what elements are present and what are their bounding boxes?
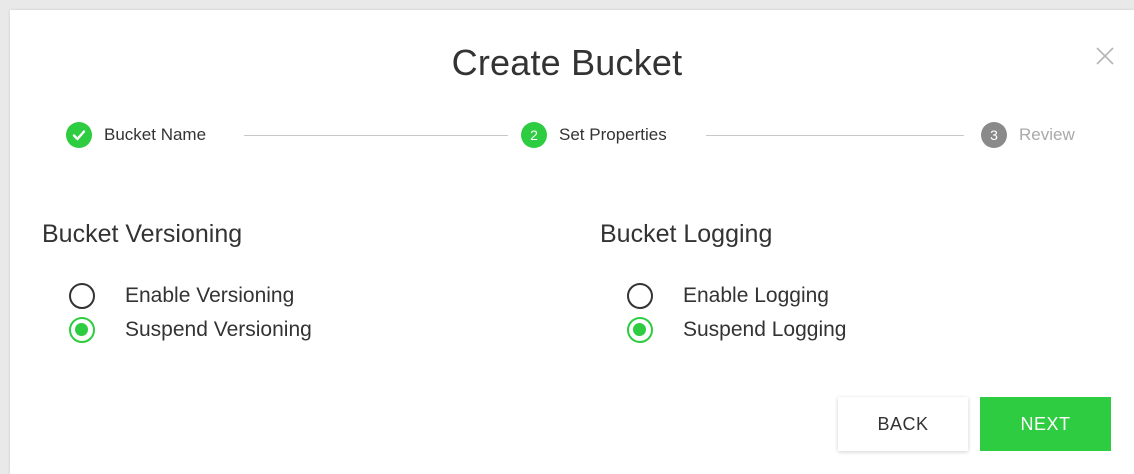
step-number-badge: 2 [521,122,547,148]
check-icon [66,122,92,148]
radio-checked-icon[interactable] [627,317,653,343]
radio-unchecked-icon[interactable] [627,283,653,309]
step-number-badge: 3 [981,122,1007,148]
radio-label: Suspend Logging [683,318,847,341]
close-icon[interactable] [1093,44,1117,68]
enable-versioning-radio[interactable]: Enable Versioning [69,280,294,312]
suspend-versioning-radio[interactable]: Suspend Versioning [69,314,312,346]
stepper-connector [244,135,508,136]
stepper-connector [706,135,964,136]
step-bucket-name[interactable]: Bucket Name [66,121,206,149]
suspend-logging-radio[interactable]: Suspend Logging [627,314,846,346]
logging-section-title: Bucket Logging [600,220,773,248]
step-review[interactable]: 3 Review [981,121,1075,149]
radio-label: Enable Logging [683,284,829,307]
next-button[interactable]: NEXT [980,397,1111,451]
step-label: Bucket Name [104,125,207,144]
radio-label: Enable Versioning [125,284,295,307]
step-label: Set Properties [559,125,667,144]
page-backdrop: Create Bucket Bucket Name 2 Set Properti… [0,0,1134,474]
radio-unchecked-icon[interactable] [69,283,95,309]
step-label: Review [1019,125,1075,144]
radio-checked-icon[interactable] [69,317,95,343]
step-set-properties[interactable]: 2 Set Properties [521,121,667,149]
back-button[interactable]: BACK [838,397,968,451]
versioning-section-title: Bucket Versioning [42,220,243,248]
enable-logging-radio[interactable]: Enable Logging [627,280,829,312]
dialog-title: Create Bucket [451,42,683,83]
radio-label: Suspend Versioning [125,318,312,341]
